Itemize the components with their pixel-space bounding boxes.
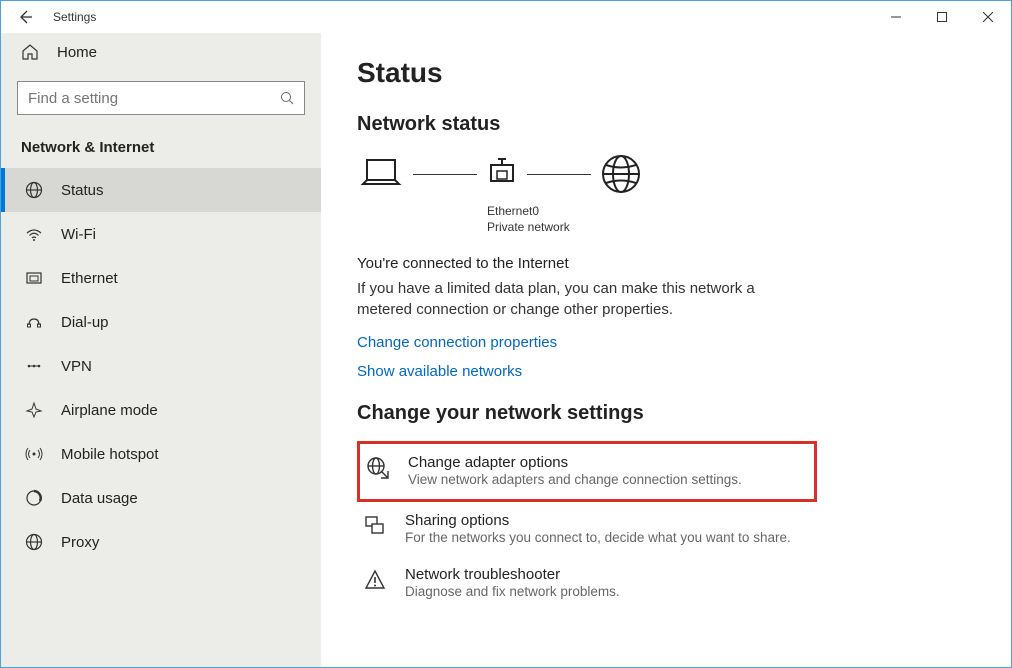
close-button[interactable] [965,1,1011,33]
option-desc: View network adapters and change connect… [408,471,810,489]
sidebar-item-label: Ethernet [61,270,118,287]
link-show-available-networks[interactable]: Show available networks [357,363,975,380]
home-label: Home [57,44,97,61]
titlebar: Settings [1,1,1011,33]
search-input[interactable] [17,81,305,115]
link-change-connection-properties[interactable]: Change connection properties [357,334,975,351]
sidebar-item-label: Data usage [61,490,138,507]
option-title: Network troubleshooter [405,566,813,583]
hotspot-icon [25,445,43,463]
search-field[interactable] [28,90,280,107]
option-sharing[interactable]: Sharing options For the networks you con… [357,502,817,557]
sidebar-item-label: Wi-Fi [61,226,96,243]
adapter-options-icon [364,454,392,480]
section-change-settings: Change your network settings [357,402,975,425]
sidebar: Home Network & Internet Status Wi-Fi Eth [1,33,321,667]
globe-icon [599,152,643,196]
sidebar-item-vpn[interactable]: VPN [1,344,321,388]
minimize-button[interactable] [873,1,919,33]
back-button[interactable] [1,1,49,33]
content-area: Status Network status Ethernet0 Private … [321,33,1011,667]
window-title: Settings [49,10,873,24]
laptop-icon [357,154,405,194]
home-link[interactable]: Home [1,33,321,71]
sidebar-item-status[interactable]: Status [1,168,321,212]
option-title: Change adapter options [408,454,810,471]
option-desc: For the networks you connect to, decide … [405,529,813,547]
wifi-icon [25,225,43,243]
option-troubleshooter[interactable]: Network troubleshooter Diagnose and fix … [357,556,817,611]
category-header: Network & Internet [1,129,321,168]
proxy-icon [25,533,43,551]
option-change-adapter[interactable]: Change adapter options View network adap… [357,441,817,502]
airplane-icon [25,401,43,419]
sidebar-item-ethernet[interactable]: Ethernet [1,256,321,300]
sidebar-item-label: Airplane mode [61,402,158,419]
sidebar-item-dialup[interactable]: Dial-up [1,300,321,344]
sidebar-item-label: VPN [61,358,92,375]
adapter-name: Ethernet0 [487,204,975,220]
ethernet-icon [25,269,43,287]
page-title: Status [357,57,975,89]
connection-line [527,174,591,175]
sidebar-item-label: Mobile hotspot [61,446,159,463]
sidebar-item-label: Dial-up [61,314,109,331]
network-type: Private network [487,220,975,236]
maximize-button[interactable] [919,1,965,33]
option-title: Sharing options [405,512,813,529]
sidebar-item-proxy[interactable]: Proxy [1,520,321,564]
network-diagram [357,152,975,196]
sidebar-item-datausage[interactable]: Data usage [1,476,321,520]
connection-status-title: You're connected to the Internet [357,255,975,272]
switch-icon [485,157,519,191]
search-icon [280,91,294,105]
home-icon [21,43,39,61]
sidebar-item-label: Proxy [61,534,99,551]
connection-line [413,174,477,175]
sidebar-item-airplane[interactable]: Airplane mode [1,388,321,432]
vpn-icon [25,357,43,375]
sidebar-item-hotspot[interactable]: Mobile hotspot [1,432,321,476]
section-network-status: Network status [357,113,975,136]
troubleshooter-icon [361,566,389,592]
status-icon [25,181,43,199]
sharing-options-icon [361,512,389,538]
diagram-label: Ethernet0 Private network [487,204,975,235]
option-desc: Diagnose and fix network problems. [405,583,813,601]
sidebar-item-wifi[interactable]: Wi-Fi [1,212,321,256]
data-usage-icon [25,489,43,507]
sidebar-item-label: Status [61,182,104,199]
dialup-icon [25,313,43,331]
connection-status-desc: If you have a limited data plan, you can… [357,278,777,320]
